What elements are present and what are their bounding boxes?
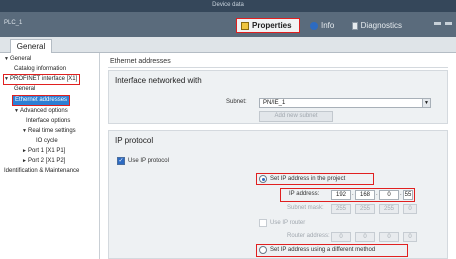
use-router-label: Use IP router — [270, 220, 306, 226]
nav-item-general[interactable]: ▼General — [4, 55, 31, 64]
tab-general[interactable]: General — [10, 39, 52, 53]
window-titlebar: Device data — [0, 0, 456, 12]
use-ip-checkbox[interactable]: ✓ — [117, 157, 125, 165]
set-ip-different-method-label: Set IP address using a different method — [270, 247, 376, 253]
navigation-tree: ▼General Catalog information ▼PROFINET i… — [0, 53, 100, 259]
nav-item-identification[interactable]: Identification & Maintenance — [4, 167, 79, 176]
tab-info[interactable]: Info — [306, 18, 344, 33]
chevron-down-icon[interactable]: ▼ — [422, 99, 430, 107]
properties-icon — [241, 21, 249, 30]
nav-item-ethernet-addresses[interactable]: Ethernet addresses — [11, 95, 71, 106]
nav-item-profinet[interactable]: ▼PROFINET interface [X1] — [2, 74, 81, 85]
content-pane: Ethernet addresses Interface networked w… — [108, 56, 448, 259]
minimize-icon[interactable] — [434, 22, 441, 25]
nav-item-port1[interactable]: ►Port 1 [X1 P1] — [22, 147, 65, 156]
nav-item-port2[interactable]: ►Port 2 [X1 P2] — [22, 157, 65, 166]
tab-diagnostics[interactable]: Diagnostics — [348, 18, 406, 33]
ip-address-label: IP address: — [289, 191, 320, 197]
subnet-label: Subnet: — [226, 99, 247, 105]
ip-separator: . — [352, 191, 354, 197]
device-name: PLC_1 — [4, 20, 23, 26]
interface-box-title: Interface networked with — [115, 76, 202, 85]
nav-item-catalog[interactable]: Catalog information — [14, 65, 66, 74]
ip-protocol-box: IP protocol ✓ Use IP protocol Set IP add… — [108, 130, 448, 259]
router-octet-4: 0 — [403, 232, 417, 242]
maximize-icon[interactable] — [445, 22, 452, 25]
ip-separator: . — [400, 191, 402, 197]
ip-octet-4[interactable]: 55 — [403, 190, 413, 200]
mask-octet-4: 0 — [403, 204, 417, 214]
info-icon — [310, 21, 318, 30]
section-divider — [108, 67, 448, 68]
mask-octet-1: 255 — [331, 204, 351, 214]
tab-properties-label: Properties — [252, 21, 292, 30]
ip-octet-2[interactable]: 168 — [355, 190, 375, 200]
mask-octet-3: 255 — [379, 204, 399, 214]
mask-octet-2: 255 — [355, 204, 375, 214]
router-octet-3: 0 — [379, 232, 399, 242]
ip-box-title: IP protocol — [115, 136, 154, 145]
interface-networked-box: Interface networked with Subnet: PN/IE_1… — [108, 70, 448, 124]
nav-item-interface-options[interactable]: Interface options — [26, 117, 70, 126]
window-title: Device data — [212, 2, 244, 8]
ip-octet-1[interactable]: 192 — [331, 190, 351, 200]
section-title: Ethernet addresses — [110, 58, 171, 65]
tab-diagnostics-label: Diagnostics — [360, 21, 402, 30]
ip-separator: . — [376, 191, 378, 197]
ip-octet-3[interactable]: 0 — [379, 190, 399, 200]
subtab-bar: General — [0, 37, 456, 53]
nav-item-realtime[interactable]: ▼Real time settings — [22, 127, 76, 136]
subnet-dropdown[interactable]: PN/IE_1 ▼ — [259, 98, 431, 108]
add-new-subnet-button[interactable]: Add new subnet — [259, 111, 333, 122]
router-octet-1: 0 — [331, 232, 351, 242]
window-controls — [434, 22, 452, 25]
nav-item-io-cycle[interactable]: IO cycle — [36, 137, 58, 146]
set-ip-in-project-radio[interactable] — [259, 175, 267, 183]
inspector-header: PLC_1 Properties Info Diagnostics — [0, 12, 456, 37]
set-ip-in-project-label: Set IP address in the project — [270, 176, 346, 182]
subnet-mask-label: Subnet mask: — [287, 205, 324, 211]
router-octet-2: 0 — [355, 232, 375, 242]
tab-properties[interactable]: Properties — [236, 18, 300, 33]
diagnostics-icon — [352, 21, 358, 30]
set-ip-different-method-radio[interactable] — [259, 246, 267, 254]
router-address-label: Router address: — [287, 233, 330, 239]
use-ip-label: Use IP protocol — [128, 158, 169, 164]
use-router-checkbox[interactable] — [259, 219, 267, 227]
nav-item-profinet-general[interactable]: General — [14, 85, 35, 94]
tab-info-label: Info — [321, 21, 335, 30]
nav-item-advanced-options[interactable]: ▼Advanced options — [14, 107, 68, 116]
